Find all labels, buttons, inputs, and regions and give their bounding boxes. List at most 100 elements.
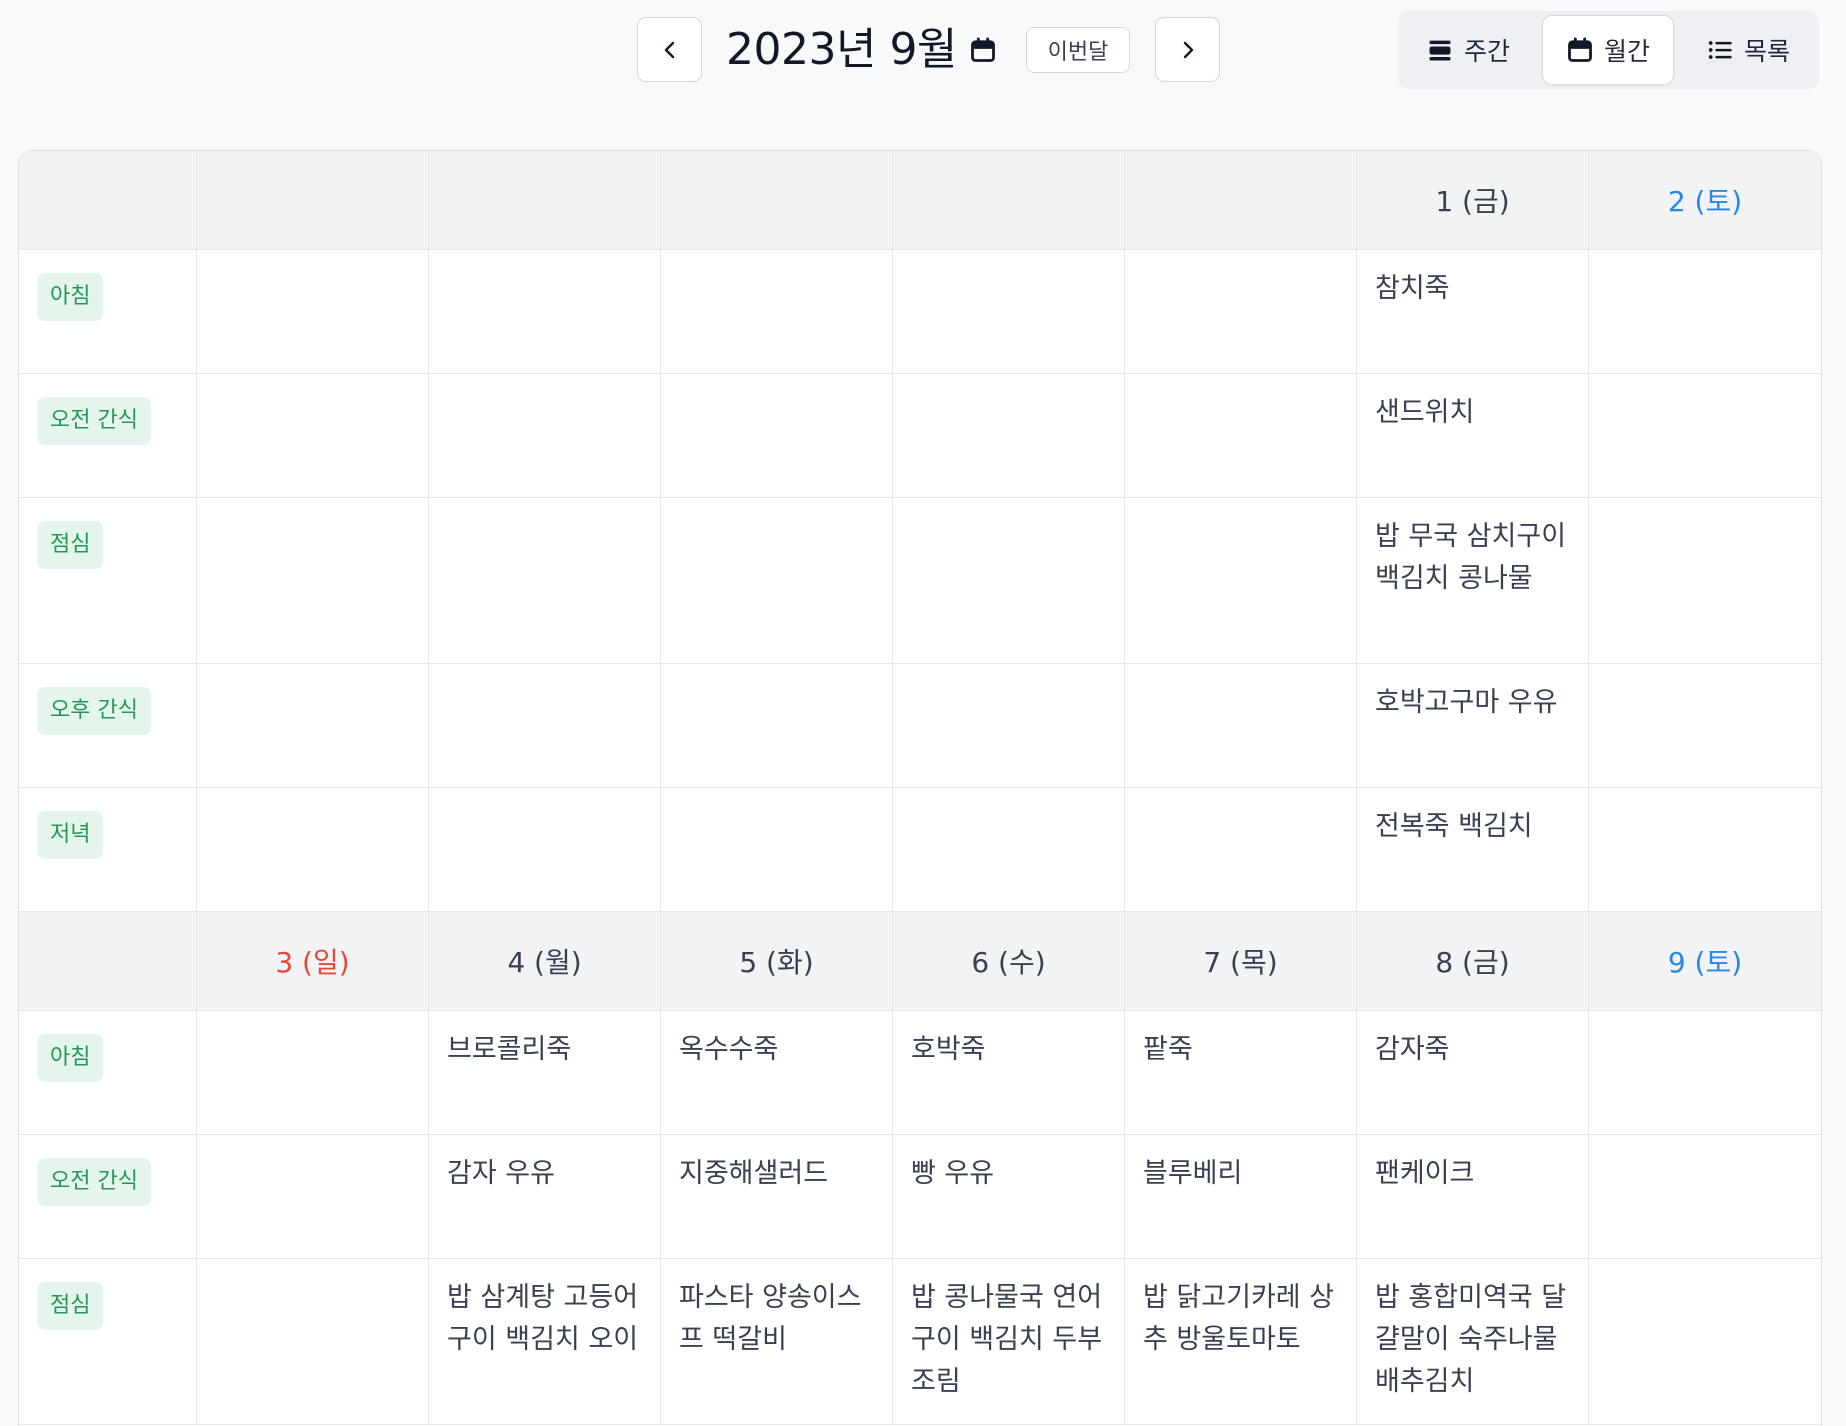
meal-cell[interactable] — [1125, 788, 1357, 912]
meal-cell[interactable] — [429, 788, 661, 912]
meal-cell[interactable]: 밥 닭고기카레 상추 방울토마토 — [1125, 1259, 1357, 1425]
calendar-icon[interactable] — [968, 35, 998, 65]
meal-row-lunch: 점심 밥 무국 삼치구이 백김치 콩나물 — [19, 498, 1821, 664]
meal-row-am-snack: 오전 간식 감자 우유 지중해샐러드 빵 우유 블루베리 팬케이크 — [19, 1135, 1821, 1259]
week-view-icon — [1429, 40, 1451, 61]
meal-text: 파스타 양송이스프 떡갈비 — [679, 1282, 862, 1355]
meal-text: 밥 홍합미역국 달걀말이 숙주나물 배추김치 — [1375, 1282, 1567, 1397]
meal-cell[interactable] — [429, 374, 661, 498]
day-header: 2 (토) — [1589, 151, 1821, 250]
meal-cell[interactable]: 감자 우유 — [429, 1135, 661, 1259]
meal-cell[interactable] — [1589, 498, 1821, 664]
meal-calendar: 1 (금) 2 (토) 아침 참치죽 오전 간식 샌드위치 점심 밥 무국 삼치… — [18, 150, 1822, 1426]
meal-row-breakfast: 아침 브로콜리죽 옥수수죽 호박죽 팥죽 감자죽 — [19, 1011, 1821, 1135]
meal-text: 블루베리 — [1143, 1158, 1243, 1189]
meal-cell[interactable] — [1589, 664, 1821, 788]
meal-cell[interactable] — [893, 664, 1125, 788]
meal-badge-breakfast: 아침 — [37, 1034, 104, 1082]
meal-badge-lunch: 점심 — [37, 521, 104, 569]
meal-text: 감자죽 — [1375, 1034, 1450, 1065]
list-view-button[interactable]: 목록 — [1678, 15, 1818, 85]
meal-cell[interactable]: 브로콜리죽 — [429, 1011, 661, 1135]
meal-text: 밥 삼계탕 고등어구이 백김치 오이 — [447, 1282, 639, 1355]
meal-cell[interactable] — [197, 664, 429, 788]
meal-cell[interactable] — [197, 498, 429, 664]
meal-cell[interactable]: 빵 우유 — [893, 1135, 1125, 1259]
meal-cell[interactable] — [197, 1011, 429, 1135]
meal-cell[interactable]: 호박고구마 우유 — [1357, 664, 1589, 788]
meal-cell[interactable]: 참치죽 — [1357, 250, 1589, 374]
meal-text: 팥죽 — [1143, 1034, 1193, 1065]
meal-cell[interactable] — [1589, 1011, 1821, 1135]
meal-cell[interactable]: 팬케이크 — [1357, 1135, 1589, 1259]
meal-cell[interactable]: 지중해샐러드 — [661, 1135, 893, 1259]
meal-badge-pm-snack: 오후 간식 — [37, 687, 151, 735]
prev-month-button[interactable] — [637, 17, 702, 82]
meal-cell[interactable]: 감자죽 — [1357, 1011, 1589, 1135]
this-month-button[interactable]: 이번달 — [1026, 27, 1130, 73]
meal-cell[interactable] — [1589, 1259, 1821, 1425]
meal-badge-am-snack: 오전 간식 — [37, 397, 151, 445]
meal-text: 밥 닭고기카레 상추 방울토마토 — [1143, 1282, 1335, 1355]
meal-cell[interactable]: 밥 홍합미역국 달걀말이 숙주나물 배추김치 — [1357, 1259, 1589, 1425]
meal-cell[interactable]: 밥 콩나물국 연어구이 백김치 두부조림 — [893, 1259, 1125, 1425]
meal-cell[interactable] — [893, 374, 1125, 498]
corner-cell — [19, 912, 197, 1011]
meal-cell[interactable]: 팥죽 — [1125, 1011, 1357, 1135]
meal-cell[interactable] — [197, 1135, 429, 1259]
meal-text: 옥수수죽 — [679, 1034, 779, 1065]
meal-cell[interactable] — [429, 498, 661, 664]
meal-cell[interactable] — [661, 788, 893, 912]
meal-cell[interactable] — [1125, 498, 1357, 664]
meal-cell[interactable] — [1125, 250, 1357, 374]
meal-cell[interactable] — [429, 250, 661, 374]
meal-cell[interactable] — [893, 498, 1125, 664]
meal-cell[interactable] — [661, 664, 893, 788]
day-header — [429, 151, 661, 250]
meal-cell[interactable] — [1589, 250, 1821, 374]
meal-cell[interactable] — [661, 498, 893, 664]
day-header: 8 (금) — [1357, 912, 1589, 1011]
meal-cell[interactable] — [893, 250, 1125, 374]
day-header: 1 (금) — [1357, 151, 1589, 250]
meal-text: 샌드위치 — [1375, 397, 1475, 428]
meal-cell[interactable]: 블루베리 — [1125, 1135, 1357, 1259]
meal-row-dinner: 저녁 전복죽 백김치 — [19, 788, 1821, 912]
day-header: 5 (화) — [661, 912, 893, 1011]
meal-cell[interactable]: 전복죽 백김치 — [1357, 788, 1589, 912]
meal-cell[interactable] — [429, 664, 661, 788]
meal-cell[interactable]: 호박죽 — [893, 1011, 1125, 1135]
meal-cell[interactable] — [197, 374, 429, 498]
meal-cell[interactable] — [1589, 374, 1821, 498]
meal-cell[interactable] — [893, 788, 1125, 912]
meal-text: 호박고구마 우유 — [1375, 687, 1558, 718]
meal-cell[interactable] — [197, 1259, 429, 1425]
meal-badge-dinner: 저녁 — [37, 811, 104, 859]
week-header-row: 3 (일) 4 (월) 5 (화) 6 (수) 7 (목) 8 (금) 9 (토… — [19, 912, 1821, 1011]
chevron-right-icon — [1183, 41, 1193, 58]
meal-cell[interactable] — [1125, 664, 1357, 788]
day-header: 4 (월) — [429, 912, 661, 1011]
meal-cell[interactable] — [197, 250, 429, 374]
next-month-button[interactable] — [1155, 17, 1220, 82]
meal-cell[interactable] — [1125, 374, 1357, 498]
meal-cell[interactable]: 밥 삼계탕 고등어구이 백김치 오이 — [429, 1259, 661, 1425]
meal-text: 참치죽 — [1375, 273, 1450, 304]
meal-cell[interactable] — [661, 374, 893, 498]
chevron-left-icon — [664, 41, 674, 58]
meal-cell[interactable]: 밥 무국 삼치구이 백김치 콩나물 — [1357, 498, 1589, 664]
meal-cell[interactable] — [1589, 1135, 1821, 1259]
meal-cell[interactable]: 파스타 양송이스프 떡갈비 — [661, 1259, 893, 1425]
week-view-button[interactable]: 주간 — [1398, 15, 1538, 85]
month-view-button[interactable]: 월간 — [1542, 15, 1674, 85]
meal-row-breakfast: 아침 참치죽 — [19, 250, 1821, 374]
meal-cell[interactable] — [197, 788, 429, 912]
meal-text: 전복죽 백김치 — [1375, 811, 1533, 842]
meal-text: 브로콜리죽 — [447, 1034, 572, 1065]
meal-cell[interactable] — [661, 250, 893, 374]
meal-cell[interactable]: 옥수수죽 — [661, 1011, 893, 1135]
day-header — [661, 151, 893, 250]
meal-cell[interactable] — [1589, 788, 1821, 912]
month-view-label: 월간 — [1603, 37, 1650, 66]
meal-cell[interactable]: 샌드위치 — [1357, 374, 1589, 498]
